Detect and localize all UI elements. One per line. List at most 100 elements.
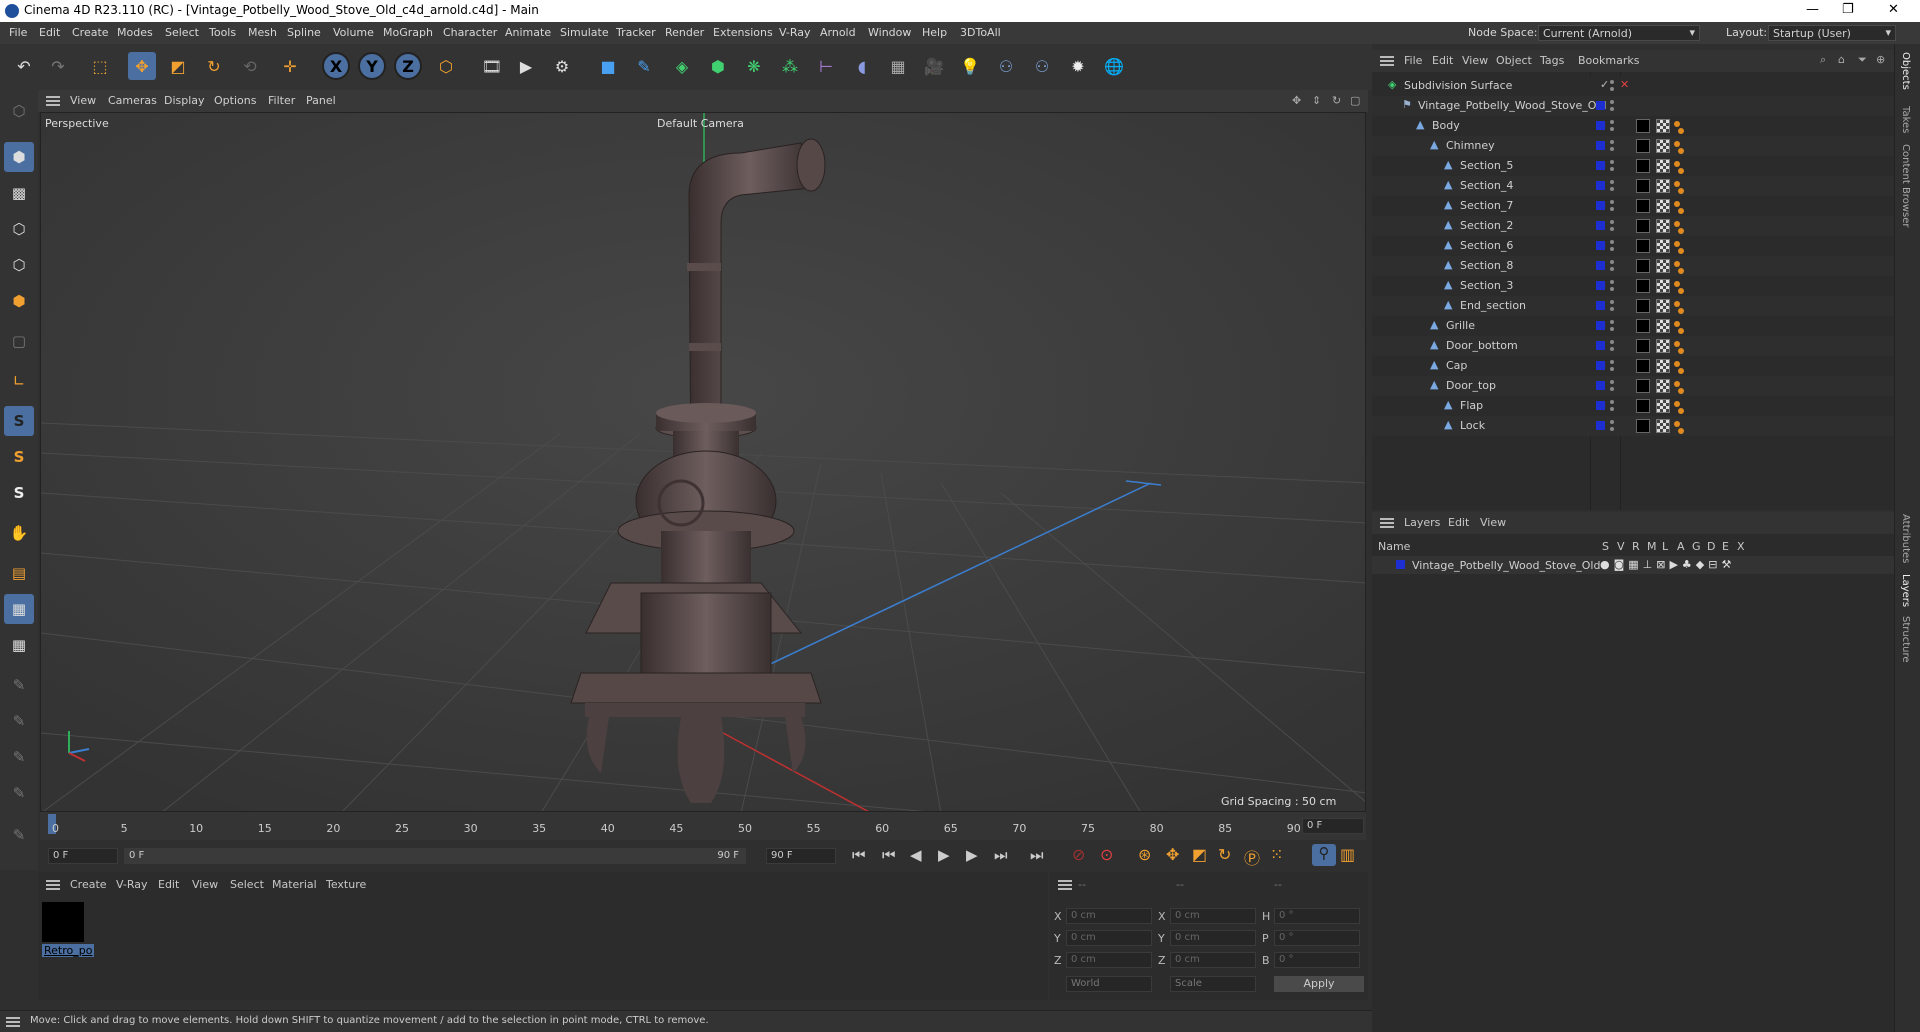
new-window-icon[interactable]: ⊕ xyxy=(1876,53,1885,66)
material-swatch[interactable] xyxy=(42,902,84,942)
layer-color-swatch[interactable] xyxy=(1596,101,1605,110)
close-button[interactable]: ✕ xyxy=(1888,2,1899,17)
tab-takes[interactable]: Takes xyxy=(1900,106,1911,133)
mat-menu-texture[interactable]: Texture xyxy=(326,878,366,891)
material-tag-icon[interactable] xyxy=(1636,159,1650,173)
menu-spline[interactable]: Spline xyxy=(287,26,321,39)
arnold-tag-icon[interactable] xyxy=(1678,128,1684,134)
obj-menu-view[interactable]: View xyxy=(1462,54,1488,67)
point-mode-icon[interactable]: ⬡ xyxy=(4,214,34,244)
texture-tag-icon[interactable] xyxy=(1656,219,1670,233)
record-icon[interactable]: ⊘ xyxy=(1072,845,1085,864)
menu-render[interactable]: Render xyxy=(665,26,704,39)
viewport-menu-filter[interactable]: Filter xyxy=(268,94,295,107)
object-row[interactable]: ▲ Flap xyxy=(1372,396,1894,416)
arnold-tag-icon[interactable] xyxy=(1678,188,1684,194)
visibility-render-dot[interactable] xyxy=(1610,427,1614,431)
object-row[interactable]: ▲ Door_bottom xyxy=(1372,336,1894,356)
visibility-editor-dot[interactable] xyxy=(1610,120,1614,124)
autokey-icon[interactable]: ⊙ xyxy=(1100,845,1113,864)
menu-animate[interactable]: Animate xyxy=(505,26,551,39)
object-name[interactable]: Door_top xyxy=(1446,379,1496,392)
material-tag-icon[interactable] xyxy=(1636,299,1650,313)
visibility-render-dot[interactable] xyxy=(1610,227,1614,231)
frame-range-slider[interactable]: 0 F 90 F xyxy=(124,848,746,864)
layer-color-swatch[interactable] xyxy=(1596,221,1605,230)
menu-character[interactable]: Character xyxy=(443,26,497,39)
gear-icon[interactable]: ✹ xyxy=(1064,52,1092,80)
object-name[interactable]: Lock xyxy=(1460,419,1485,432)
mat-menu-edit[interactable]: Edit xyxy=(158,878,179,891)
layer-color-swatch[interactable] xyxy=(1396,560,1405,569)
render-settings-icon[interactable]: ⚙ xyxy=(548,52,576,80)
current-frame-field[interactable]: 0 F xyxy=(1302,818,1364,834)
move-tool-icon[interactable]: ✥ xyxy=(128,52,156,80)
texture-tag-icon[interactable] xyxy=(1656,119,1670,133)
object-row[interactable]: ⚑ Vintage_Potbelly_Wood_Stove_Old xyxy=(1372,96,1894,116)
visibility-render-dot[interactable] xyxy=(1610,347,1614,351)
axis-tool-icon[interactable]: ✛ xyxy=(276,52,304,80)
object-row[interactable]: ▲ Section_3 xyxy=(1372,276,1894,296)
layer-color-swatch[interactable] xyxy=(1596,201,1605,210)
coord-menu-icon[interactable] xyxy=(1058,880,1072,890)
layer-menu-layers[interactable]: Layers xyxy=(1404,516,1440,529)
visibility-editor-dot[interactable] xyxy=(1610,320,1614,324)
arnold-tag-icon[interactable] xyxy=(1674,161,1680,167)
camera-icon[interactable]: 🎥 xyxy=(920,52,948,80)
timeline-window-icon[interactable]: ▥ xyxy=(1340,845,1355,864)
pos-y-field[interactable]: 0 cm xyxy=(1066,930,1152,946)
enable-check-icon[interactable]: ✓ xyxy=(1600,78,1609,91)
object-row[interactable]: ▲ Section_2 xyxy=(1372,216,1894,236)
viewport-menu-options[interactable]: Options xyxy=(214,94,256,107)
arnold-tag-icon[interactable] xyxy=(1674,381,1680,387)
mat-menu-vray[interactable]: V-Ray xyxy=(116,878,148,891)
visibility-editor-dot[interactable] xyxy=(1610,380,1614,384)
menu-mograph[interactable]: MoGraph xyxy=(383,26,433,39)
layer-color-swatch[interactable] xyxy=(1596,321,1605,330)
start-frame-field[interactable]: 0 F xyxy=(48,848,118,864)
visibility-editor-dot[interactable] xyxy=(1610,280,1614,284)
visibility-render-dot[interactable] xyxy=(1610,147,1614,151)
python-icon[interactable]: ⚇ xyxy=(992,52,1020,80)
layer-name[interactable]: Vintage_Potbelly_Wood_Stove_Old xyxy=(1412,559,1600,572)
object-name[interactable]: Subdivision Surface xyxy=(1404,79,1512,92)
arnold-tag-icon[interactable] xyxy=(1678,428,1684,434)
key-parameter-icon[interactable]: Ⓟ xyxy=(1244,845,1260,869)
live-selection-icon[interactable]: ⬚ xyxy=(86,52,114,80)
texture-tag-icon[interactable] xyxy=(1656,199,1670,213)
arnold-tag-icon[interactable] xyxy=(1674,121,1680,127)
paint-icon[interactable]: ✎ xyxy=(4,670,34,700)
obj-menu-bookmarks[interactable]: Bookmarks xyxy=(1578,54,1639,67)
layer-menu-edit[interactable]: Edit xyxy=(1448,516,1469,529)
material-tag-icon[interactable] xyxy=(1636,279,1650,293)
arnold-tag-icon[interactable] xyxy=(1678,268,1684,274)
arnold-tag-icon[interactable] xyxy=(1674,221,1680,227)
object-name[interactable]: Section_7 xyxy=(1460,199,1513,212)
object-name[interactable]: Section_6 xyxy=(1460,239,1513,252)
object-row[interactable]: ▲ Body xyxy=(1372,116,1894,136)
arnold-tag-icon[interactable] xyxy=(1678,288,1684,294)
arnold-tag-icon[interactable] xyxy=(1674,201,1680,207)
layer-flag-header[interactable]: S xyxy=(1602,540,1609,553)
visibility-editor-dot[interactable] xyxy=(1610,260,1614,264)
object-row[interactable]: ▲ Lock xyxy=(1372,416,1894,436)
material-tag-icon[interactable] xyxy=(1636,419,1650,433)
layer-color-swatch[interactable] xyxy=(1596,241,1605,250)
extrude-icon[interactable]: ⬢ xyxy=(704,52,732,80)
visibility-editor-dot[interactable] xyxy=(1610,200,1614,204)
visibility-editor-dot[interactable] xyxy=(1610,240,1614,244)
visibility-editor-dot[interactable] xyxy=(1610,300,1614,304)
texture-tag-icon[interactable] xyxy=(1656,399,1670,413)
motion-record-icon[interactable]: ⚲ xyxy=(1312,844,1336,866)
object-name[interactable]: Cap xyxy=(1446,359,1467,372)
tweak-icon[interactable]: ✋ xyxy=(4,518,34,548)
object-name[interactable]: Section_8 xyxy=(1460,259,1513,272)
arnold-tag-icon[interactable] xyxy=(1674,421,1680,427)
texture-tag-icon[interactable] xyxy=(1656,179,1670,193)
rot-p-field[interactable]: 0 ° xyxy=(1274,930,1360,946)
layer-flag-header[interactable]: M xyxy=(1647,540,1657,553)
object-name[interactable]: Section_5 xyxy=(1460,159,1513,172)
visibility-render-dot[interactable] xyxy=(1610,307,1614,311)
toggle-view-icon[interactable]: ▢ xyxy=(1350,94,1360,107)
visibility-editor-dot[interactable] xyxy=(1610,180,1614,184)
